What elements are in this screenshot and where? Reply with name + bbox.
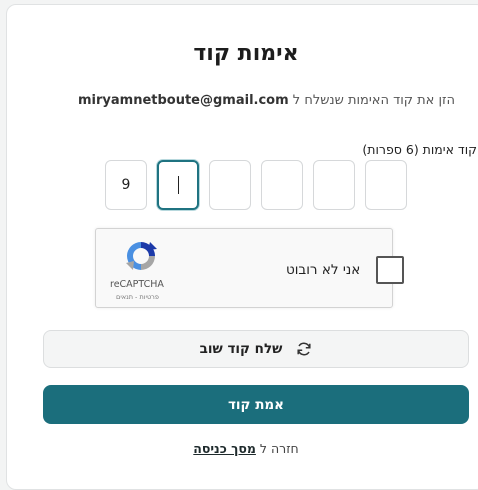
code-label: קוד אימות (6 ספרות) bbox=[362, 142, 477, 157]
subtitle: הזן את קוד האימות שנשלח ל miryamnetboute… bbox=[78, 93, 455, 108]
text-caret bbox=[177, 176, 179, 194]
otp-digit-4[interactable] bbox=[261, 160, 303, 210]
verify-code-button[interactable]: אמת קוד bbox=[43, 385, 469, 424]
back-prefix: חזרה ל bbox=[255, 441, 299, 456]
resend-code-label: שלח קוד שוב bbox=[199, 341, 283, 357]
otp-input-row: 9 bbox=[105, 160, 407, 212]
back-to-login: חזרה ל מסך כניסה bbox=[7, 441, 478, 456]
otp-digit-5[interactable] bbox=[313, 160, 355, 210]
otp-digit-1[interactable]: 9 bbox=[105, 160, 147, 210]
recaptcha-checkbox[interactable] bbox=[376, 256, 404, 284]
recaptcha-widget: אני לא רובוט reCAPTCHA פרטיות - תנאים bbox=[95, 228, 404, 308]
subtitle-email: miryamnetboute@gmail.com bbox=[77, 93, 289, 108]
otp-digit-3[interactable] bbox=[209, 160, 251, 210]
verification-card: אימות קוד הזן את קוד האימות שנשלח ל miry… bbox=[6, 4, 478, 490]
otp-digit-value: 9 bbox=[121, 177, 131, 193]
recaptcha-label: אני לא רובוט bbox=[286, 262, 361, 278]
verify-code-label: אמת קוד bbox=[227, 396, 285, 413]
recaptcha-logo-icon bbox=[126, 242, 157, 270]
login-screen-link[interactable]: מסך כניסה bbox=[193, 441, 256, 456]
subtitle-text: הזן את קוד האימות שנשלח ל bbox=[288, 93, 455, 108]
page-title: אימות קוד bbox=[193, 41, 299, 66]
otp-digit-6[interactable] bbox=[365, 160, 407, 210]
recaptcha-links[interactable]: פרטיות - תנאים bbox=[116, 293, 159, 301]
otp-digit-2[interactable] bbox=[157, 160, 199, 210]
resend-code-button[interactable]: שלח קוד שוב bbox=[43, 330, 469, 368]
recaptcha-brand: reCAPTCHA bbox=[110, 279, 164, 290]
refresh-icon bbox=[297, 342, 311, 356]
